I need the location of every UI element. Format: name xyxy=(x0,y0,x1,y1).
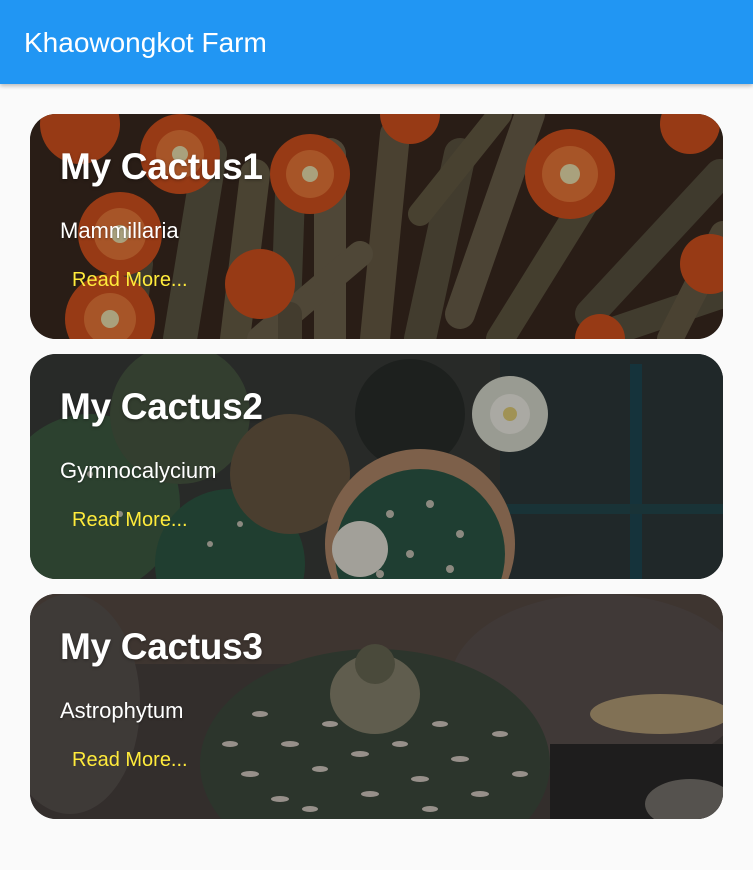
read-more-button[interactable]: Read More... xyxy=(60,742,200,778)
read-more-button[interactable]: Read More... xyxy=(60,502,200,538)
read-more-button[interactable]: Read More... xyxy=(60,262,200,298)
card-title: My Cactus2 xyxy=(60,386,263,427)
app-bar: Khaowongkot Farm xyxy=(0,0,753,84)
card-subtitle: Astrophytum xyxy=(60,698,184,723)
card-subtitle: Mammillaria xyxy=(60,218,179,243)
card-subtitle: Gymnocalycium xyxy=(60,458,217,483)
app-title: Khaowongkot Farm xyxy=(24,27,267,58)
card-title: My Cactus3 xyxy=(60,626,263,667)
cactus-card-1: My Cactus1 Mammillaria Read More... xyxy=(30,114,723,339)
cactus-list: My Cactus1 Mammillaria Read More... My C… xyxy=(30,114,723,834)
card-title: My Cactus1 xyxy=(60,146,263,187)
cactus-card-2: My Cactus2 Gymnocalycium Read More... xyxy=(30,354,723,579)
cactus-card-3: My Cactus3 Astrophytum Read More... xyxy=(30,594,723,819)
